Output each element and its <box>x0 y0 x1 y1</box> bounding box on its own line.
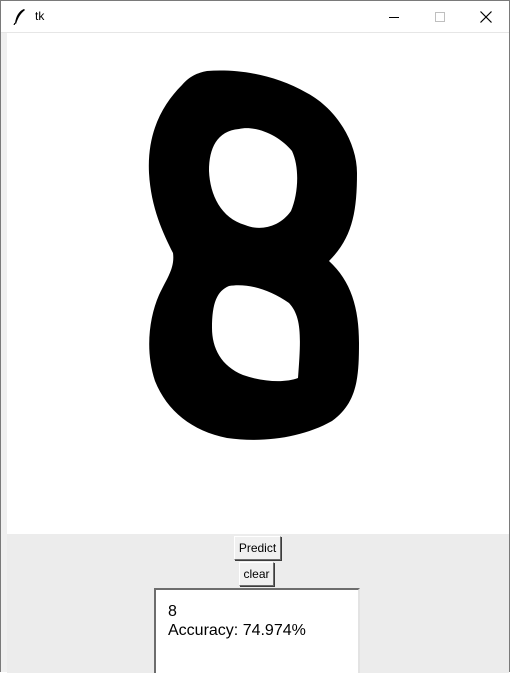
maximize-icon <box>435 11 445 22</box>
prediction-text: 8 <box>168 603 177 620</box>
controls-panel: Predict clear 8 Accuracy: 74.974% <box>7 534 509 673</box>
minimize-button[interactable] <box>371 1 417 32</box>
handwritten-digit-eight <box>148 70 359 440</box>
clear-button[interactable]: clear <box>239 562 274 586</box>
title-bar[interactable]: tk <box>1 1 509 33</box>
minimize-icon <box>389 16 399 18</box>
accuracy-text: Accuracy: 74.974% <box>168 622 306 639</box>
close-icon <box>480 10 492 23</box>
feather-icon <box>13 9 25 25</box>
drawing-canvas[interactable] <box>7 33 509 534</box>
predict-button[interactable]: Predict <box>234 536 281 560</box>
close-button[interactable] <box>463 1 509 32</box>
window-title: tk <box>35 9 45 23</box>
tk-window: tk Predict clear 8 Accuracy: 74.974% <box>0 0 510 673</box>
result-textbox[interactable]: 8 Accuracy: 74.974% <box>154 588 360 673</box>
maximize-button[interactable] <box>417 1 463 32</box>
